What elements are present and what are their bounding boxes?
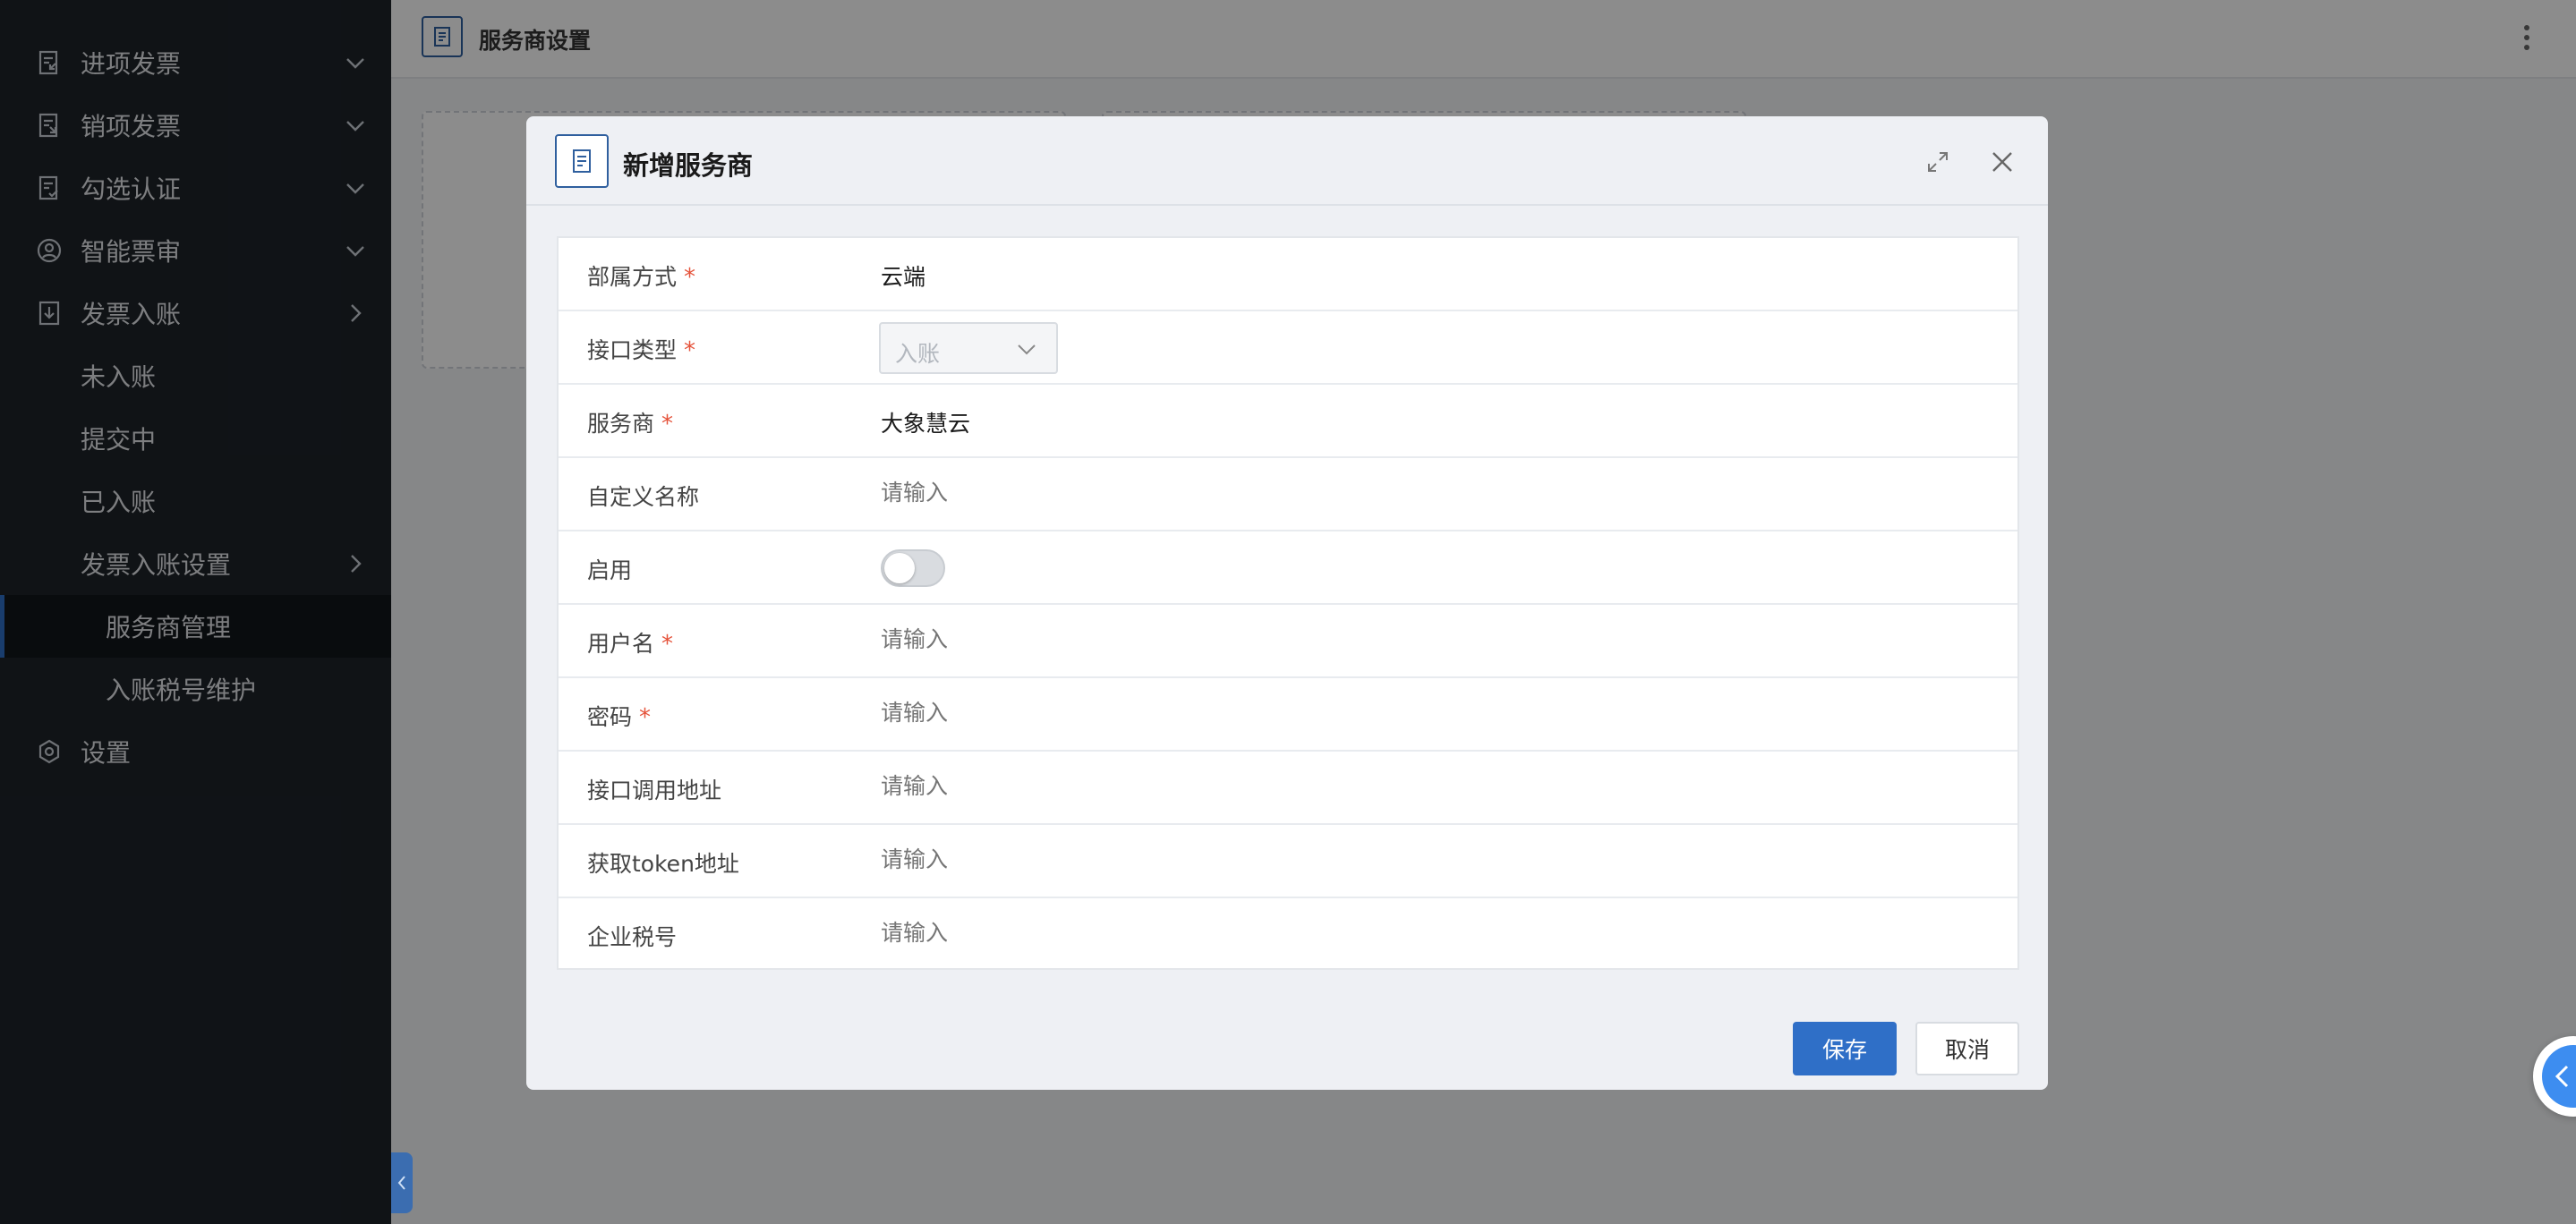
add-provider-dialog: 新增服务商 部属方式 * 云端 接口类型 * 入账 服务商 * 大象慧云 自定义名称 … [526, 116, 2048, 1090]
field-label: 启用 [587, 557, 633, 583]
field-label: 用户名 * [587, 631, 674, 658]
field-label: 自定义名称 [587, 484, 700, 510]
field-label: 服务商 * [587, 411, 674, 438]
expand-icon[interactable] [1924, 149, 1951, 175]
dialog-header: 新增服务商 [526, 116, 2048, 206]
field-label: 部属方式 * [587, 264, 696, 291]
form-row-interface-type: 接口类型 * 入账 [559, 311, 2017, 385]
field-label: 企业税号 [587, 924, 678, 950]
receipt-icon [573, 149, 591, 173]
field-label: 获取token地址 [587, 851, 739, 877]
close-icon[interactable] [1987, 147, 2017, 177]
sidebar-collapse-handle[interactable] [391, 1152, 413, 1213]
form-row-username: 用户名 * [559, 605, 2017, 678]
form-row-tax-id: 企业税号 [559, 898, 2017, 972]
field-label: 接口调用地址 [587, 778, 722, 803]
enabled-toggle[interactable] [881, 549, 945, 587]
provider-form: 部属方式* 云端 接口类型* 入账 服务商* 大象慧云 自定义名称 启用 用户名… [557, 236, 2019, 970]
interface-type-select[interactable]: 入账 [879, 322, 1058, 374]
form-row-password: 密码 * [559, 678, 2017, 752]
chevron-left-icon [2555, 1065, 2569, 1088]
form-row-custom-name: 自定义名称 [559, 458, 2017, 531]
tax-id-input[interactable] [881, 920, 1955, 946]
username-input[interactable] [881, 626, 1955, 652]
toggle-knob [884, 553, 915, 583]
chevron-down-icon [1018, 344, 1036, 355]
field-label: 接口类型 * [587, 337, 696, 364]
dialog-icon [555, 134, 609, 188]
select-value: 入账 [895, 341, 941, 367]
form-row-token-url: 获取token地址 [559, 825, 2017, 898]
floating-button-inner [2542, 1045, 2576, 1108]
field-label: 密码 * [587, 704, 652, 731]
save-button[interactable]: 保存 [1793, 1022, 1897, 1075]
form-row-enabled: 启用 [559, 531, 2017, 605]
deployment-value: 云端 [881, 264, 926, 290]
dialog-title: 新增服务商 [623, 150, 754, 181]
api-url-input[interactable] [881, 773, 1955, 799]
form-row-deployment: 部属方式 * 云端 [559, 238, 2017, 311]
password-input[interactable] [881, 700, 1955, 726]
provider-value: 大象慧云 [881, 411, 971, 437]
form-row-api-url: 接口调用地址 [559, 752, 2017, 825]
cancel-button[interactable]: 取消 [1915, 1022, 2019, 1075]
chevron-left-icon [397, 1176, 405, 1190]
form-row-provider: 服务商 * 大象慧云 [559, 385, 2017, 458]
custom-name-input[interactable] [881, 480, 1955, 506]
token-url-input[interactable] [881, 846, 1955, 872]
